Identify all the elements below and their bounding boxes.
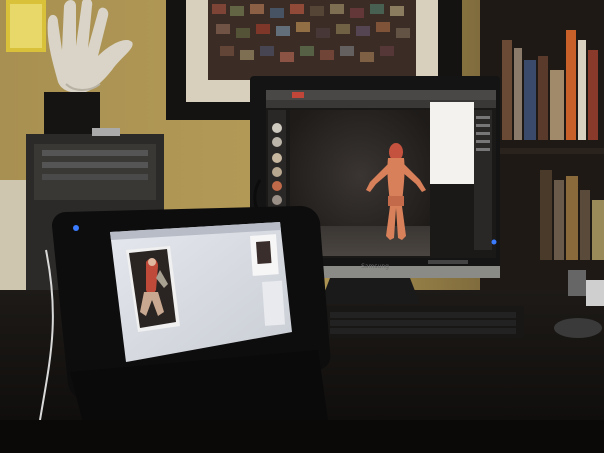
desk-object-right <box>568 270 586 296</box>
keyboard-keys <box>330 312 516 334</box>
brush-tool-icon <box>272 123 282 133</box>
pc-drive-bay-3 <box>42 174 148 180</box>
palette-item-2 <box>476 124 490 127</box>
tablet-navigator-thumb <box>256 241 272 264</box>
desk-paper-right <box>586 280 604 306</box>
palette-item-5 <box>476 148 490 151</box>
texture-tool-icon <box>272 167 282 177</box>
pen-tablet-display <box>52 206 331 450</box>
monitor-stand <box>320 278 420 304</box>
pc-drive-bay-1 <box>42 150 148 156</box>
small-picture-inner <box>10 4 42 48</box>
mouse <box>554 318 602 338</box>
palette-item-1 <box>476 116 490 119</box>
pc-top-object <box>92 128 120 136</box>
scene-svg: Samsung <box>0 0 604 453</box>
desk-edge <box>0 420 604 453</box>
stroke-tool-icon <box>272 137 282 147</box>
palette-item-3 <box>476 132 490 135</box>
monitor-buttons <box>428 260 468 264</box>
material-tool-icon <box>272 181 282 191</box>
tablet-tools-panel <box>262 280 286 326</box>
app-right-palette <box>474 110 492 250</box>
monitor-power-led <box>491 239 497 245</box>
palette-item-4 <box>476 140 490 143</box>
app-right-panel <box>430 102 474 184</box>
monitor-brand-label: Samsung <box>361 263 389 270</box>
photo-scene: Samsung <box>0 0 604 453</box>
pc-drive-bay-2 <box>42 162 148 168</box>
color-tool-icon <box>272 195 282 205</box>
app-logo-icon <box>292 92 304 98</box>
hand-sculpture-base <box>44 92 100 138</box>
tablet-led <box>73 225 79 231</box>
alpha-tool-icon <box>272 153 282 163</box>
